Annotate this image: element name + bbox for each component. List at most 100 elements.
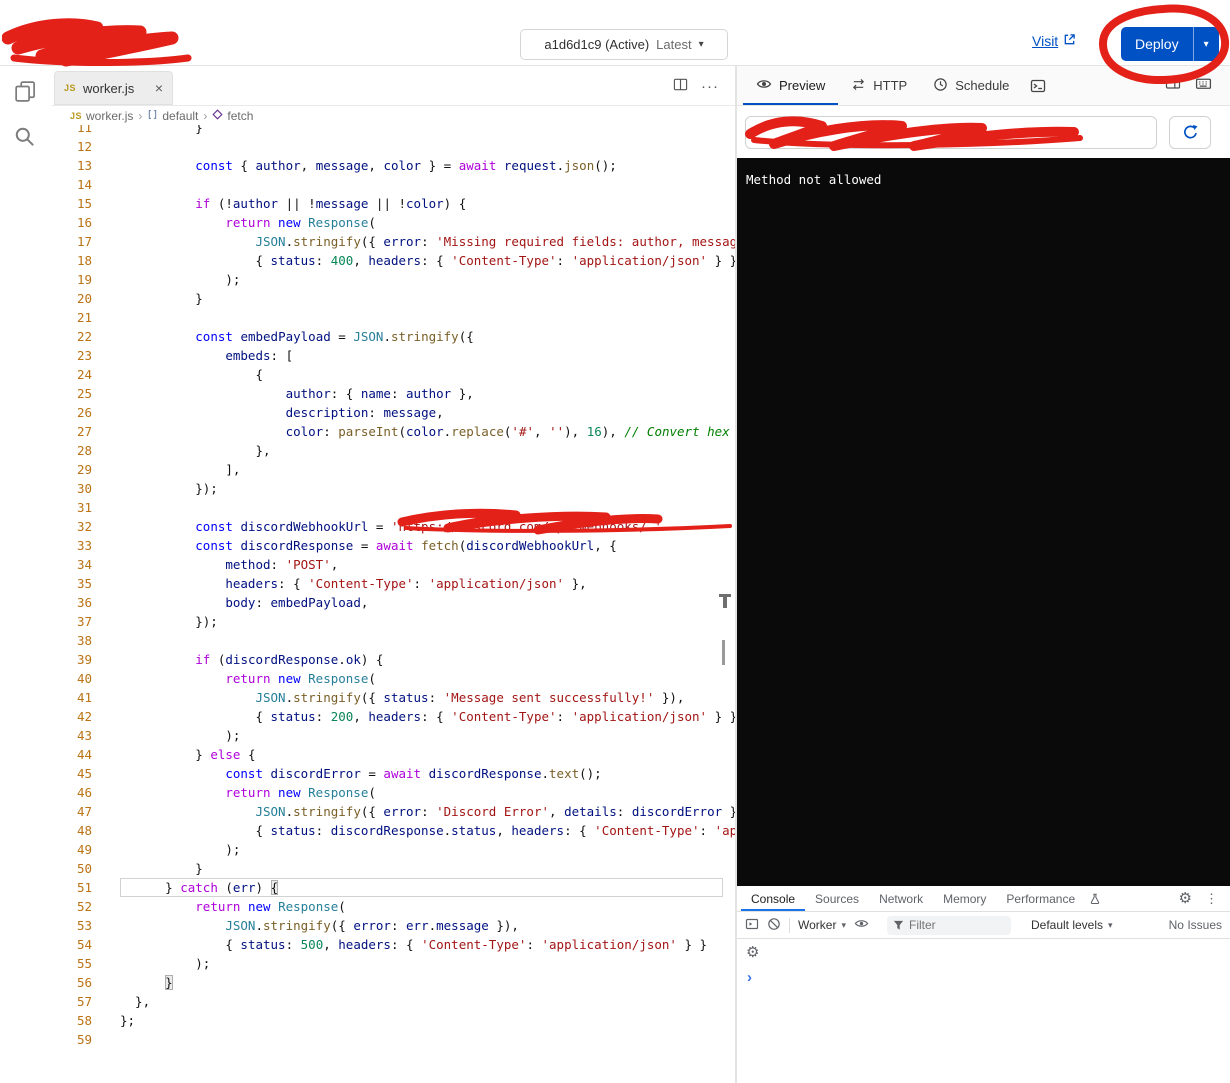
line-number[interactable]: 22 <box>52 327 92 346</box>
code-line[interactable]: 13 const { author, message, color } = aw… <box>52 156 735 175</box>
code-line[interactable]: 20 } <box>52 289 735 308</box>
line-number[interactable]: 13 <box>52 156 92 175</box>
live-expression-icon[interactable] <box>854 916 869 934</box>
line-number[interactable]: 56 <box>52 973 92 992</box>
code-editor[interactable]: 11 }1213 const { author, message, color … <box>52 125 735 1083</box>
line-number[interactable]: 42 <box>52 707 92 726</box>
line-number[interactable]: 52 <box>52 897 92 916</box>
console-prompt[interactable]: › <box>737 965 1230 985</box>
code-line[interactable]: 18 { status: 400, headers: { 'Content-Ty… <box>52 251 735 270</box>
devtools-tab-performance[interactable]: Performance <box>996 886 1085 911</box>
tab-schedule[interactable]: Schedule <box>920 66 1022 105</box>
code-line[interactable]: 47 JSON.stringify({ error: 'Discord Erro… <box>52 802 735 821</box>
code-line[interactable]: 56 } <box>52 973 735 992</box>
code-line[interactable]: 11 } <box>52 125 735 137</box>
line-number[interactable]: 20 <box>52 289 92 308</box>
code-line[interactable]: 41 JSON.stringify({ status: 'Message sen… <box>52 688 735 707</box>
code-line[interactable]: 42 { status: 200, headers: { 'Content-Ty… <box>52 707 735 726</box>
deploy-dropdown-button[interactable]: ▾ <box>1193 27 1219 61</box>
code-line[interactable]: 58}; <box>52 1011 735 1030</box>
code-line[interactable]: 26 description: message, <box>52 403 735 422</box>
line-number[interactable]: 53 <box>52 916 92 935</box>
line-number[interactable]: 33 <box>52 536 92 555</box>
code-line[interactable]: 46 return new Response( <box>52 783 735 802</box>
tab-preview[interactable]: Preview <box>743 66 838 105</box>
code-line[interactable]: 38 <box>52 631 735 650</box>
code-line[interactable]: 55 ); <box>52 954 735 973</box>
code-line[interactable]: 52 return new Response( <box>52 897 735 916</box>
code-line[interactable]: 45 const discordError = await discordRes… <box>52 764 735 783</box>
line-number[interactable]: 14 <box>52 175 92 194</box>
code-line[interactable]: 19 ); <box>52 270 735 289</box>
code-line[interactable]: 21 <box>52 308 735 327</box>
devtools-tab-network[interactable]: Network <box>869 886 933 911</box>
code-line[interactable]: 15 if (!author || !message || !color) { <box>52 194 735 213</box>
line-number[interactable]: 48 <box>52 821 92 840</box>
line-number[interactable]: 31 <box>52 498 92 517</box>
code-line[interactable]: 39 if (discordResponse.ok) { <box>52 650 735 669</box>
close-icon[interactable]: × <box>155 81 163 95</box>
more-actions-icon[interactable]: ··· <box>701 80 719 94</box>
line-number[interactable]: 28 <box>52 441 92 460</box>
line-number[interactable]: 32 <box>52 517 92 536</box>
search-icon[interactable] <box>14 126 35 152</box>
split-editor-icon[interactable] <box>673 77 688 97</box>
line-number[interactable]: 41 <box>52 688 92 707</box>
code-line[interactable]: 17 JSON.stringify({ error: 'Missing requ… <box>52 232 735 251</box>
code-line[interactable]: 59 <box>52 1030 735 1049</box>
gear-icon[interactable]: ⚙ <box>1179 891 1192 906</box>
line-number[interactable]: 45 <box>52 764 92 783</box>
line-number[interactable]: 11 <box>52 125 92 137</box>
line-number[interactable]: 38 <box>52 631 92 650</box>
devtools-tab-sources[interactable]: Sources <box>805 886 869 911</box>
line-number[interactable]: 40 <box>52 669 92 688</box>
line-number[interactable]: 43 <box>52 726 92 745</box>
code-line[interactable]: 14 <box>52 175 735 194</box>
layout-panel-icon[interactable] <box>1165 75 1181 96</box>
line-number[interactable]: 44 <box>52 745 92 764</box>
line-number[interactable]: 46 <box>52 783 92 802</box>
code-line[interactable]: 37 }); <box>52 612 735 631</box>
code-line[interactable]: 24 { <box>52 365 735 384</box>
terminal-icon[interactable] <box>1022 66 1054 105</box>
line-number[interactable]: 15 <box>52 194 92 213</box>
breadcrumb-file[interactable]: JS worker.js <box>70 109 133 123</box>
line-number[interactable]: 19 <box>52 270 92 289</box>
line-number[interactable]: 34 <box>52 555 92 574</box>
code-line[interactable]: 28 }, <box>52 441 735 460</box>
tab-http[interactable]: HTTP <box>838 66 920 105</box>
line-number[interactable]: 39 <box>52 650 92 669</box>
devtools-tab-memory[interactable]: Memory <box>933 886 996 911</box>
code-line[interactable]: 27 color: parseInt(color.replace('#', ''… <box>52 422 735 441</box>
line-number[interactable]: 27 <box>52 422 92 441</box>
code-line[interactable]: 34 method: 'POST', <box>52 555 735 574</box>
code-line[interactable]: 29 ], <box>52 460 735 479</box>
kebab-menu-icon[interactable]: ⋮ <box>1205 891 1218 907</box>
code-line[interactable]: 57 }, <box>52 992 735 1011</box>
clear-console-icon[interactable] <box>767 917 781 934</box>
line-number[interactable]: 51 <box>52 878 92 897</box>
version-selector[interactable]: a1d6d1c9 (Active) Latest ▾ <box>520 29 728 60</box>
code-line[interactable]: 30 }); <box>52 479 735 498</box>
line-number[interactable]: 55 <box>52 954 92 973</box>
line-number[interactable]: 59 <box>52 1030 92 1049</box>
line-number[interactable]: 47 <box>52 802 92 821</box>
code-line[interactable]: 25 author: { name: author }, <box>52 384 735 403</box>
scrollbar-thumb[interactable] <box>722 640 725 665</box>
keyboard-icon[interactable] <box>1195 75 1212 97</box>
code-line[interactable]: 51 } catch (err) { <box>52 878 735 897</box>
line-number[interactable]: 12 <box>52 137 92 156</box>
line-number[interactable]: 35 <box>52 574 92 593</box>
deploy-button[interactable]: Deploy <box>1121 27 1193 61</box>
line-number[interactable]: 21 <box>52 308 92 327</box>
code-line[interactable]: 16 return new Response( <box>52 213 735 232</box>
console-sidebar-icon[interactable] <box>745 917 759 934</box>
code-line[interactable]: 53 JSON.stringify({ error: err.message }… <box>52 916 735 935</box>
line-number[interactable]: 50 <box>52 859 92 878</box>
line-number[interactable]: 24 <box>52 365 92 384</box>
line-number[interactable]: 29 <box>52 460 92 479</box>
filter-input[interactable] <box>887 916 1011 935</box>
code-line[interactable]: 31 <box>52 498 735 517</box>
code-line[interactable]: 22 const embedPayload = JSON.stringify({ <box>52 327 735 346</box>
code-line[interactable]: 44 } else { <box>52 745 735 764</box>
